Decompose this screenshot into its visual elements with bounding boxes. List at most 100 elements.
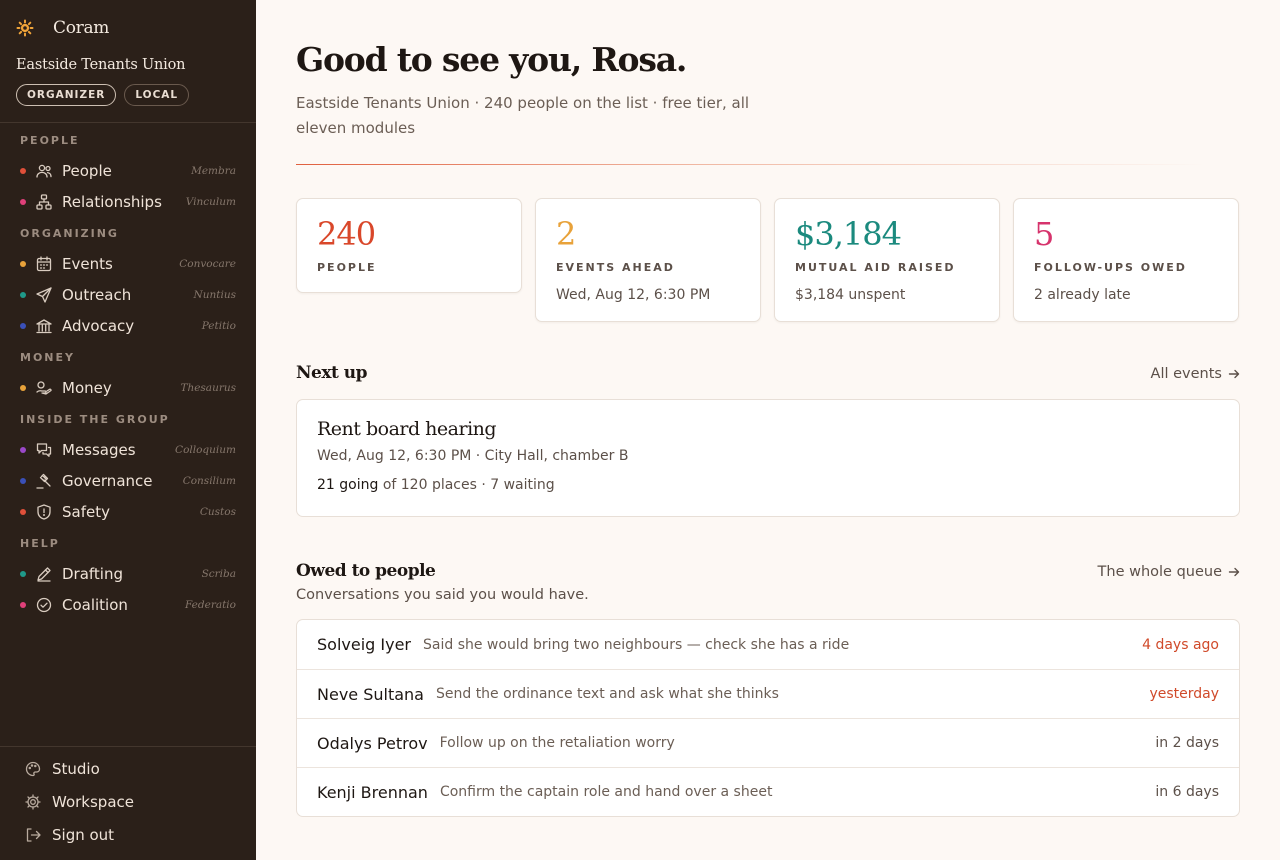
sidebar-item-label: Governance [62, 471, 153, 490]
stat-label: MUTUAL AID RAISED [795, 261, 956, 274]
sidebar-item-label: Drafting [62, 564, 124, 583]
stat-value: $3,184 [795, 215, 902, 253]
sidebar-item-label: Messages [62, 440, 136, 459]
status-dot [20, 508, 26, 515]
follow-up-note: Confirm the captain role and hand over a… [439, 784, 773, 800]
sidebar-item-outreach[interactable]: Outreach Nuntius [0, 279, 256, 310]
owed-header: Owed to people The whole queue [296, 561, 1240, 581]
status-dot [20, 260, 26, 267]
stat-sub: 2 already late [1034, 287, 1131, 303]
pen-icon [35, 565, 53, 583]
arrow-right-icon [1228, 368, 1240, 380]
sidebar-footer-sign-out[interactable]: Sign out [0, 818, 256, 851]
sidebar-nav: PEOPLE People Membra Relationships Vinculum O… [0, 124, 256, 620]
sidebar-item-latin: Nuntius [193, 288, 236, 301]
calendar-icon [35, 255, 53, 273]
status-dot [20, 291, 26, 298]
sidebar-item-drafting[interactable]: Drafting Scriba [0, 558, 256, 589]
due-when: 4 days ago [1142, 636, 1219, 653]
sidebar-item-latin: Federatio [184, 598, 236, 611]
owed-row[interactable]: Odalys Petrov Follow up on the retaliatio… [297, 718, 1239, 767]
stat-value: 240 [317, 215, 376, 253]
due-when: yesterday [1149, 686, 1219, 702]
stat-value: 2 [556, 215, 576, 253]
stat-label: PEOPLE [317, 261, 377, 274]
status-dot [20, 570, 26, 577]
nav-section-people: PEOPLE [20, 134, 80, 147]
status-dot [20, 477, 26, 484]
whole-queue-link[interactable]: The whole queue [1098, 564, 1240, 580]
sidebar-item-label: Money [62, 378, 112, 397]
status-dot [20, 601, 26, 608]
owed-row[interactable]: Solveig Iyer Said she would bring two nei… [297, 620, 1239, 669]
event-capacity: 21 going of 120 places · 7 waiting [317, 477, 1219, 493]
sidebar-item-safety[interactable]: Safety Custos [0, 496, 256, 527]
sidebar-item-latin: Membra [191, 164, 236, 177]
owed-list: Solveig Iyer Said she would bring two nei… [296, 619, 1240, 817]
due-when: in 6 days [1155, 784, 1219, 800]
sidebar-footer-label: Sign out [52, 825, 115, 844]
stat-card-follow-ups-owed[interactable]: 5 FOLLOW-UPS OWED 2 already late [1013, 198, 1239, 322]
event-meta: Wed, Aug 12, 6:30 PM · City Hall, chambe… [317, 448, 629, 464]
building-icon [35, 317, 53, 335]
sidebar-item-latin: Colloquium [175, 443, 236, 456]
nav-section-inside-the-group: INSIDE THE GROUP [20, 413, 170, 426]
sidebar-item-messages[interactable]: Messages Colloquium [0, 434, 256, 465]
next-up-header: Next up All events [296, 363, 1240, 383]
gear-icon [24, 793, 42, 811]
check-badge-icon [35, 596, 53, 614]
whole-queue-label: The whole queue [1097, 564, 1222, 580]
stat-label: EVENTS AHEAD [556, 261, 675, 274]
stat-cards: 240 PEOPLE 2 EVENTS AHEAD Wed, Aug 12, 6:30 … [296, 198, 1240, 322]
all-events-link[interactable]: All events [1151, 366, 1240, 382]
sidebar-footer-workspace[interactable]: Workspace [0, 785, 256, 818]
person-name: Odalys Petrov [317, 733, 428, 753]
person-name: Neve Sultana [317, 684, 424, 704]
sidebar-item-latin: Thesaurus [180, 381, 236, 394]
stat-label: FOLLOW-UPS OWED [1034, 261, 1187, 274]
sidebar-item-label: Advocacy [62, 316, 135, 335]
sidebar-item-coalition[interactable]: Coalition Federatio [0, 589, 256, 620]
nav-section-organizing: ORGANIZING [20, 227, 119, 240]
sidebar-item-latin: Convocare [179, 257, 236, 270]
shield-icon [35, 503, 53, 521]
sidebar: Coram Eastside Tenants Union ORGANIZER L… [0, 0, 256, 860]
sidebar-item-advocacy[interactable]: Advocacy Petitio [0, 310, 256, 341]
sidebar-item-events[interactable]: Events Convocare [0, 248, 256, 279]
owed-subtitle: Conversations you said you would have. [296, 587, 589, 603]
page-subtitle: Eastside Tenants Union · 240 people on t… [296, 94, 750, 137]
sidebar-item-people[interactable]: People Membra [0, 155, 256, 186]
app-name: Coram [53, 18, 110, 38]
sidebar-item-money[interactable]: Money Thesaurus [0, 372, 256, 403]
stat-card-mutual-aid-raised[interactable]: $3,184 MUTUAL AID RAISED $3,184 unspent [774, 198, 1000, 322]
brand[interactable]: Coram [16, 18, 109, 38]
page-title: Good to see you, Rosa. [296, 40, 687, 79]
stat-card-events-ahead[interactable]: 2 EVENTS AHEAD Wed, Aug 12, 6:30 PM [535, 198, 761, 322]
event-capacity-rest: of 120 places · 7 waiting [378, 477, 555, 493]
sidebar-item-relationships[interactable]: Relationships Vinculum [0, 186, 256, 217]
stat-card-people[interactable]: 240 PEOPLE [296, 198, 522, 293]
owed-title: Owed to people [296, 561, 436, 581]
status-dot [20, 198, 26, 205]
sidebar-item-label: Safety [62, 502, 110, 521]
sidebar-footer-label: Studio [52, 759, 100, 778]
stat-sub: $3,184 unspent [795, 287, 906, 303]
palette-icon [24, 760, 42, 778]
sidebar-item-latin: Vinculum [185, 195, 236, 208]
owed-row[interactable]: Kenji Brennan Confirm the captain role an… [297, 767, 1239, 816]
event-card[interactable]: Rent board hearing Wed, Aug 12, 6:30 PM … [296, 399, 1240, 517]
sidebar-item-label: Coalition [62, 595, 128, 614]
status-dot [20, 322, 26, 329]
all-events-label: All events [1150, 366, 1222, 382]
status-dot [20, 384, 26, 391]
owed-row[interactable]: Neve Sultana Send the ordinance text and … [297, 669, 1239, 718]
people-icon [35, 162, 53, 180]
sidebar-item-label: Events [62, 254, 113, 273]
sidebar-footer-studio[interactable]: Studio [0, 752, 256, 785]
money-icon [35, 379, 53, 397]
scope-chip-local: LOCAL [124, 84, 190, 106]
person-name: Kenji Brennan [317, 782, 428, 802]
sidebar-item-governance[interactable]: Governance Consilium [0, 465, 256, 496]
sidebar-footer: Studio Workspace Sign out [0, 752, 256, 851]
sidebar-item-latin: Custos [199, 505, 236, 518]
